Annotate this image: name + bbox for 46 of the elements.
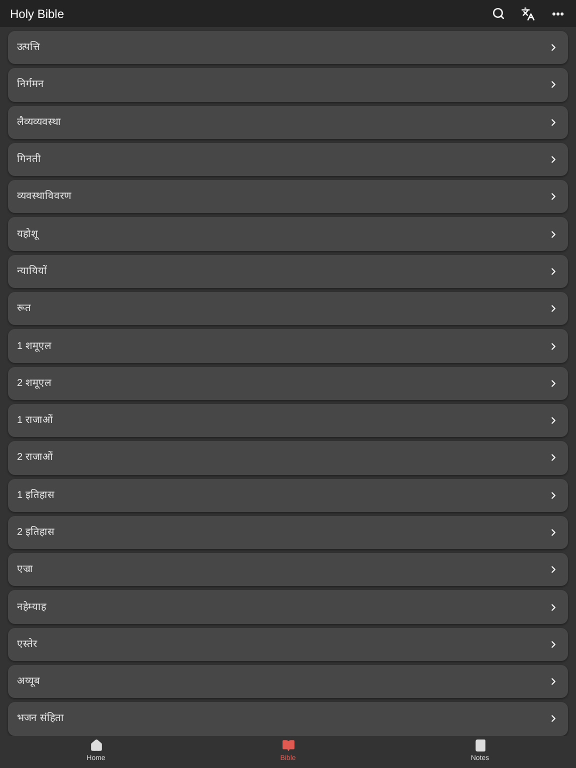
book-name: 2 इतिहास <box>17 525 54 540</box>
search-icon <box>492 7 505 20</box>
book-name: व्यवस्थाविवरण <box>17 189 71 204</box>
book-row[interactable]: एस्तेर <box>8 628 568 662</box>
book-row[interactable]: व्यवस्थाविवरण <box>8 180 568 214</box>
book-row[interactable]: 1 इतिहास <box>8 478 568 512</box>
book-name: यहोशू <box>17 227 38 242</box>
book-name: उत्पत्ति <box>17 40 40 56</box>
book-name: गिनती <box>17 152 41 168</box>
book-row[interactable]: एज्रा <box>8 553 568 586</box>
book-name: एज्रा <box>17 563 33 578</box>
book-row[interactable]: 1 राजाओं <box>8 404 568 438</box>
book-row[interactable]: लैव्यव्यवस्था <box>8 106 568 139</box>
app-title: Holy Bible <box>10 6 64 22</box>
translate-button[interactable] <box>520 6 536 22</box>
book-row[interactable]: 2 शमूएल <box>8 366 568 400</box>
book-name: भजन संहिता <box>17 711 64 726</box>
open-book-icon <box>282 739 294 752</box>
book-name: रूत <box>17 302 31 316</box>
book-row[interactable]: न्यायियों <box>8 254 568 288</box>
book-name: निर्गमन <box>17 77 44 92</box>
book-name: लैव्यव्यवस्था <box>17 115 61 130</box>
book-row[interactable]: रूत <box>8 292 568 326</box>
book-row[interactable]: 2 इतिहास <box>8 516 568 550</box>
book-name: नहेम्याह <box>17 600 46 615</box>
book-name: 2 शमूएल <box>17 376 52 391</box>
book-row[interactable]: अय्यूब <box>8 665 568 698</box>
book-name: 1 शमूएल <box>17 340 52 354</box>
book-row[interactable]: नहेम्याह <box>8 590 568 624</box>
search-button[interactable] <box>491 6 506 21</box>
book-name: एस्तेर <box>17 637 37 652</box>
book-row[interactable]: निर्गमन <box>8 68 568 102</box>
book-name: अय्यूब <box>17 675 40 690</box>
translate-icon <box>521 6 535 20</box>
book-name: 1 राजाओं <box>17 413 52 428</box>
book-name: 2 राजाओं <box>17 450 52 466</box>
book-row[interactable]: भजन संहिता <box>8 702 568 736</box>
book-row[interactable]: उत्पत्ति <box>8 31 568 64</box>
book-name: 1 इतिहास <box>17 488 54 503</box>
book-name: न्यायियों <box>17 264 47 279</box>
book-row[interactable]: यहोशू <box>8 217 568 251</box>
book-row[interactable]: 2 राजाओं <box>8 441 568 475</box>
book-row[interactable]: 1 शमूएल <box>8 329 568 363</box>
home-icon <box>90 739 102 752</box>
book-row[interactable]: गिनती <box>8 142 568 176</box>
book-icon <box>474 739 486 752</box>
